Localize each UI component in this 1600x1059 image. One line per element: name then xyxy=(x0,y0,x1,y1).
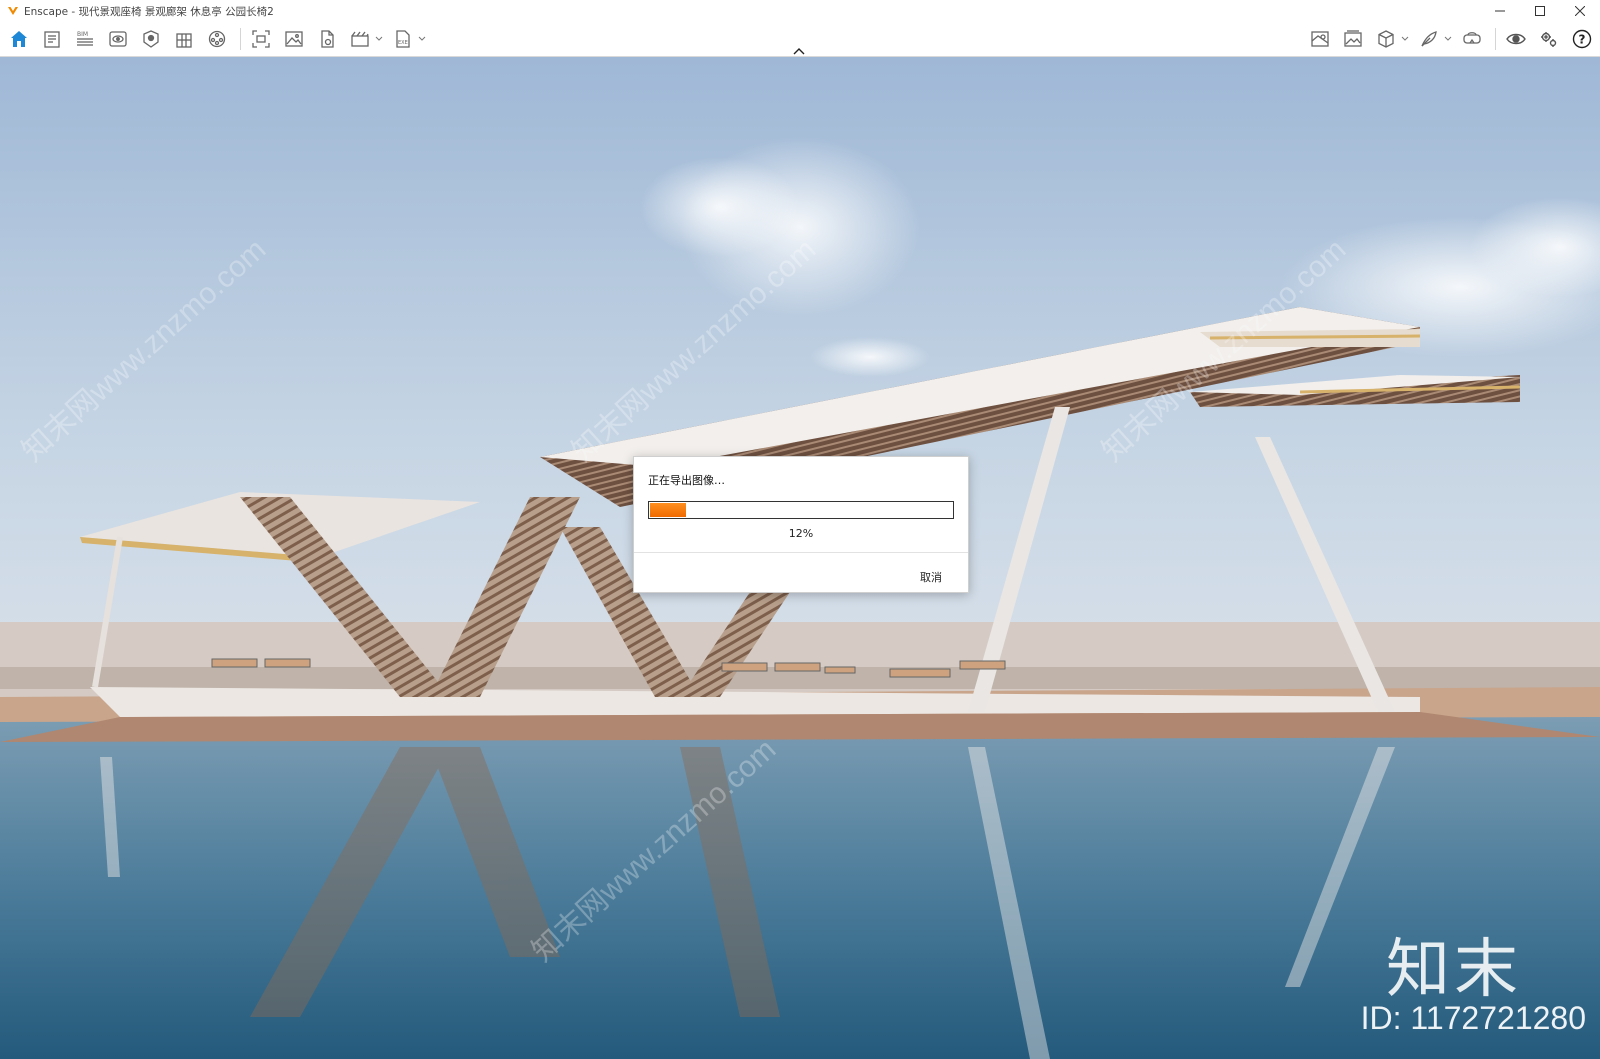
minimize-button[interactable] xyxy=(1480,0,1520,22)
exe-dropdown[interactable] xyxy=(417,36,427,42)
brand-watermark: 知末 xyxy=(1386,933,1522,1007)
help-icon: ? xyxy=(1572,29,1592,49)
chevron-down-icon xyxy=(375,36,383,41)
cancel-button[interactable]: 取消 xyxy=(920,569,942,585)
image-button[interactable] xyxy=(279,24,309,54)
video-button[interactable] xyxy=(345,24,375,54)
feather-dropdown[interactable] xyxy=(1443,36,1453,42)
document-button[interactable] xyxy=(37,24,67,54)
asset-icon xyxy=(143,30,159,48)
video-dropdown[interactable] xyxy=(374,36,384,42)
view-icon xyxy=(109,31,127,47)
svg-text:?: ? xyxy=(1579,33,1586,47)
eye-icon xyxy=(1506,33,1526,45)
toolbar-separator xyxy=(1495,28,1496,50)
svg-text:BIM: BIM xyxy=(77,31,88,38)
export-icon xyxy=(321,30,334,48)
chevron-down-icon xyxy=(418,36,426,41)
chevron-down-icon xyxy=(1401,36,1409,41)
visibility-button[interactable] xyxy=(1501,24,1531,54)
dialog-title: 正在导出图像… xyxy=(648,474,725,487)
cube-icon xyxy=(1378,30,1394,48)
video-icon xyxy=(351,31,369,47)
map-button[interactable] xyxy=(1305,24,1335,54)
document-icon xyxy=(44,31,60,48)
id-watermark: ID: 1172721280 xyxy=(1360,1000,1586,1036)
svg-text:EXE: EXE xyxy=(398,40,408,46)
material-icon xyxy=(208,30,226,48)
help-button[interactable]: ? xyxy=(1567,24,1597,54)
progress-percent-label: 12% xyxy=(788,527,814,540)
title-bar: Enscape - 现代景观座椅 景观廊架 休息亭 公园长椅2 xyxy=(0,0,1600,22)
maximize-icon xyxy=(1535,6,1545,16)
screenshot-button[interactable] xyxy=(246,24,276,54)
cube-dropdown[interactable] xyxy=(1400,36,1410,42)
map-icon xyxy=(1311,31,1329,47)
feather-icon xyxy=(1421,31,1437,47)
bim-icon: BIM xyxy=(77,31,93,46)
toolbar-separator xyxy=(240,28,241,50)
building-button[interactable] xyxy=(169,24,199,54)
cube-button[interactable] xyxy=(1371,24,1401,54)
chevron-down-icon xyxy=(1444,36,1452,41)
minimize-icon xyxy=(1495,10,1505,12)
gallery-button[interactable] xyxy=(1338,24,1368,54)
bim-button[interactable]: BIM xyxy=(70,24,100,54)
image-icon xyxy=(285,31,303,47)
close-button[interactable] xyxy=(1560,0,1600,22)
export-button[interactable] xyxy=(312,24,342,54)
settings-button[interactable] xyxy=(1534,24,1564,54)
building-icon xyxy=(176,33,192,48)
view-button[interactable] xyxy=(103,24,133,54)
enscape-logo-icon xyxy=(8,7,18,15)
close-icon xyxy=(1575,6,1585,16)
progress-fill xyxy=(650,503,686,517)
feather-button[interactable] xyxy=(1414,24,1444,54)
collapse-toolbar-icon[interactable] xyxy=(792,46,806,56)
home-button[interactable] xyxy=(4,24,34,54)
gallery-icon xyxy=(1344,30,1362,47)
window-title: Enscape - 现代景观座椅 景观廊架 休息亭 公园长椅2 xyxy=(24,5,274,18)
home-icon xyxy=(11,31,27,47)
asset-library-button[interactable] xyxy=(136,24,166,54)
exe-icon: EXE xyxy=(396,30,410,48)
settings-icon xyxy=(1541,32,1557,47)
progress-bar xyxy=(648,501,954,519)
material-button[interactable] xyxy=(202,24,232,54)
exe-export-button[interactable]: EXE xyxy=(388,24,418,54)
dialog-divider xyxy=(634,552,968,553)
screenshot-icon xyxy=(252,30,270,48)
maximize-button[interactable] xyxy=(1520,0,1560,22)
vr-headset-button[interactable] xyxy=(1457,24,1487,54)
export-progress-dialog: 正在导出图像… 12% 取消 xyxy=(633,456,969,593)
vr-headset-icon xyxy=(1463,32,1481,44)
